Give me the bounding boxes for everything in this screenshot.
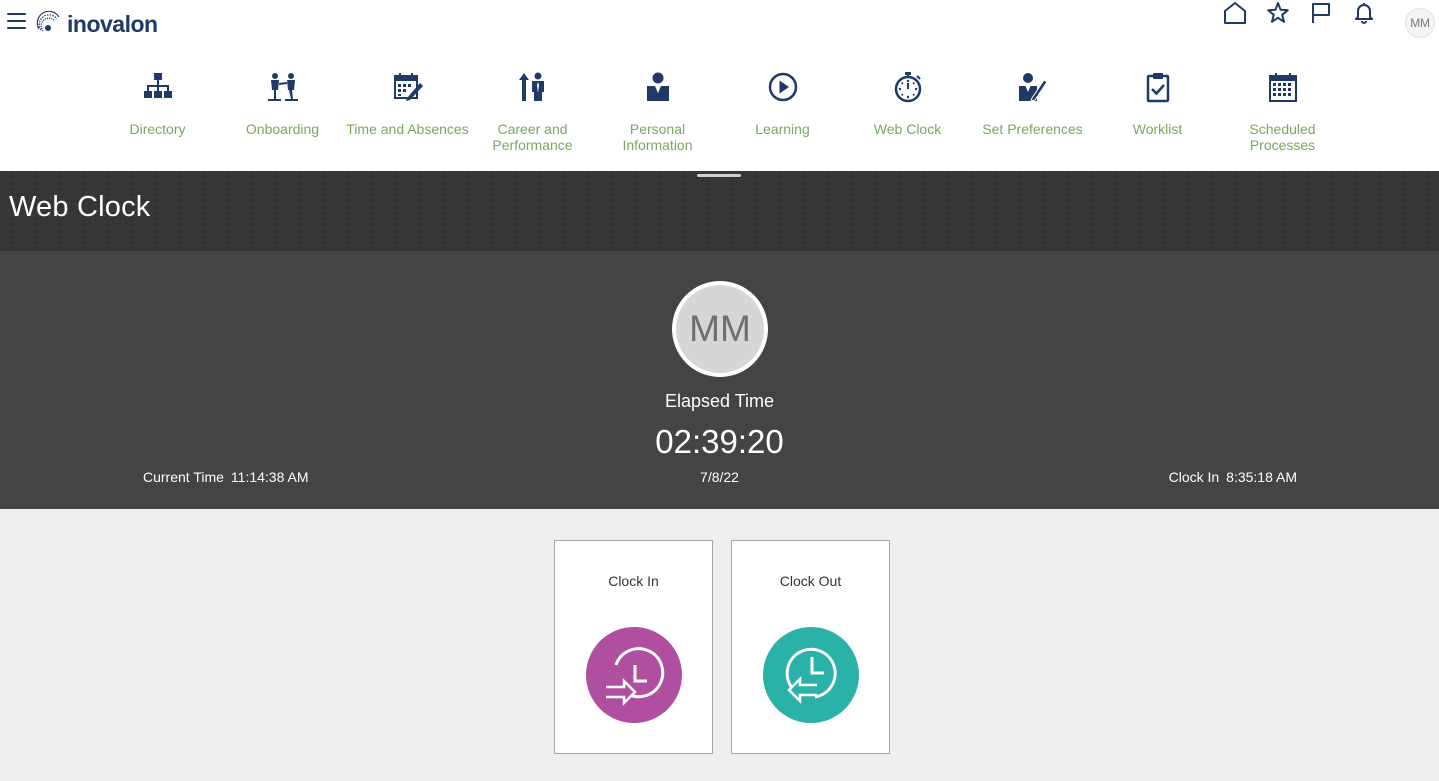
page-title: Web Clock — [9, 191, 151, 223]
elapsed-time-value: 02:39:20 — [655, 423, 784, 460]
clock-in-label: Clock In — [608, 573, 659, 589]
star-icon[interactable] — [1265, 0, 1291, 26]
nav-label: Personal Information — [622, 121, 693, 153]
elapsed-time-label: Elapsed Time — [664, 391, 775, 411]
clipboard-check-icon — [1141, 70, 1175, 104]
menu-icon[interactable] — [7, 13, 27, 31]
clock-out-button[interactable]: Clock Out — [731, 540, 890, 754]
clock-in-time-value: 8:35:18 AM — [1226, 469, 1297, 485]
flag-icon[interactable] — [1308, 0, 1334, 26]
nav-label: Set Preferences — [982, 121, 1083, 137]
career-icon — [516, 70, 550, 104]
preferences-icon — [1016, 70, 1050, 104]
person-icon — [641, 70, 675, 104]
clock-in-time-label: Clock In — [1168, 469, 1220, 485]
nav-label: Career and Performance — [492, 121, 573, 153]
directory-icon — [141, 70, 175, 104]
play-icon — [766, 70, 800, 104]
clock-out-icon — [763, 627, 859, 723]
nav-label: Worklist — [1132, 121, 1183, 137]
nav-label: Web Clock — [873, 121, 942, 137]
nav-item-web-clock[interactable]: Web Clock — [845, 48, 970, 171]
calendar-grid-icon — [1266, 70, 1300, 104]
stopwatch-icon — [891, 70, 925, 104]
clock-in-button[interactable]: Clock In — [554, 540, 713, 754]
clock-out-label: Clock Out — [779, 573, 842, 589]
logo[interactable]: inovalon — [35, 10, 158, 38]
nav-item-directory[interactable]: Directory — [95, 48, 220, 171]
nav-item-scheduled-processes[interactable]: Scheduled Processes — [1220, 48, 1345, 171]
calendar-edit-icon — [391, 70, 425, 104]
inovalon-logo-icon — [36, 11, 60, 32]
nav-item-set-preferences[interactable]: Set Preferences — [970, 48, 1095, 171]
nav-item-time-and-absences[interactable]: Time and Absences — [345, 48, 470, 171]
home-icon[interactable] — [1222, 0, 1248, 26]
nav-label: Onboarding — [245, 121, 320, 137]
nav-item-learning[interactable]: Learning — [720, 48, 845, 171]
clock-in-time: Clock In 8:35:18 AM — [1169, 469, 1297, 485]
nav-item-career-and-performance[interactable]: Career and Performance — [470, 48, 595, 171]
top-bar: inovalon MM — [0, 0, 1439, 48]
nav-item-onboarding[interactable]: Onboarding — [220, 48, 345, 171]
clock-panel: MM Elapsed Time 02:39:20 Current Time 11:… — [0, 251, 1439, 509]
logo-text: inovalon — [67, 10, 158, 37]
bell-icon[interactable] — [1351, 0, 1377, 26]
user-avatar[interactable]: MM — [1405, 8, 1435, 38]
nav-item-personal-information[interactable]: Personal Information — [595, 48, 720, 171]
nav-label: Scheduled Processes — [1249, 121, 1316, 153]
collapse-handle[interactable] — [697, 174, 741, 177]
nav-label: Time and Absences — [346, 121, 469, 137]
nav-label: Directory — [129, 121, 186, 137]
nav-item-worklist[interactable]: Worklist — [1095, 48, 1220, 171]
title-band: Web Clock — [0, 171, 1439, 251]
nav-label: Learning — [755, 121, 810, 137]
navigator: Directory Onboarding Time and Absences C… — [0, 48, 1439, 171]
clock-in-icon — [586, 627, 682, 723]
onboarding-icon — [266, 70, 300, 104]
user-avatar-large: MM — [672, 281, 768, 377]
